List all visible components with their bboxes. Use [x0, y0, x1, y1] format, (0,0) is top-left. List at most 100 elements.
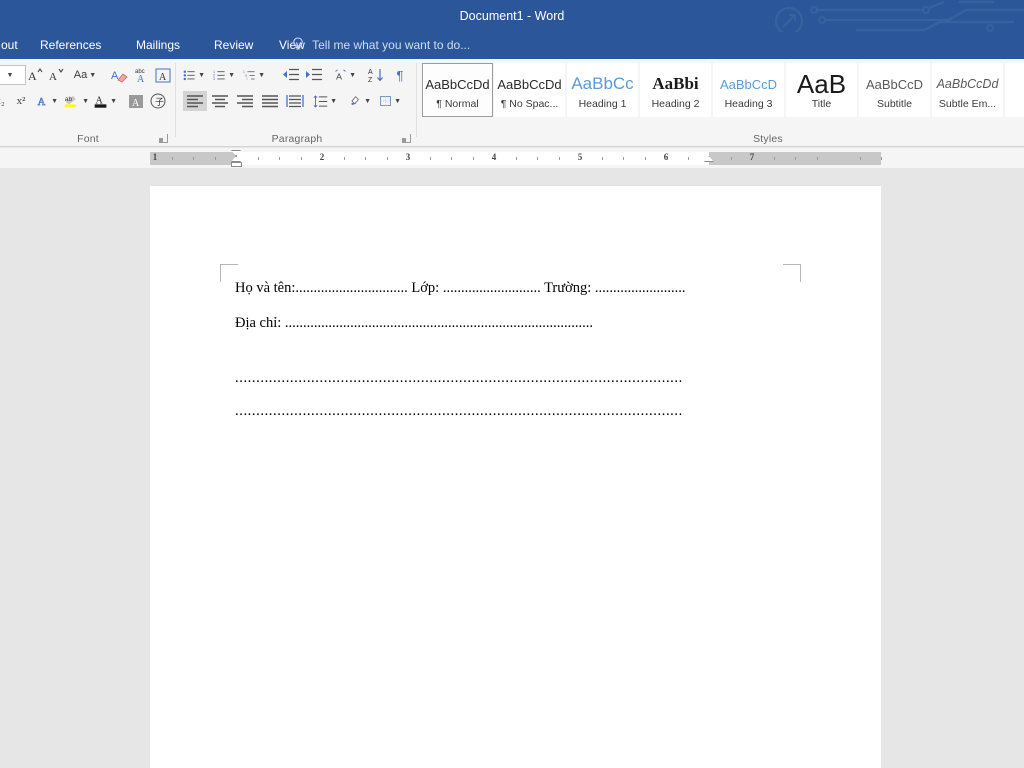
- style-normal[interactable]: AaBbCcDd¶ Normal: [422, 63, 493, 117]
- borders-button[interactable]: ▼: [379, 91, 401, 111]
- svg-text:A: A: [132, 98, 140, 109]
- style-label: ¶ No Spac...: [495, 98, 564, 110]
- style-label: E: [1006, 98, 1024, 110]
- ruler-tick: [193, 157, 194, 160]
- align-right-button[interactable]: [233, 91, 257, 111]
- chevron-down-icon: ▼: [349, 72, 356, 79]
- grow-font-button[interactable]: A: [24, 65, 46, 85]
- style-label: Subtitle: [860, 98, 929, 110]
- character-border-button[interactable]: A: [152, 65, 174, 85]
- font-dialog-launcher[interactable]: [159, 134, 168, 143]
- ruler-tick: [623, 157, 624, 160]
- tab-mailings[interactable]: Mailings: [129, 32, 187, 59]
- ruler-tick: [602, 157, 603, 160]
- svg-text:i: i: [247, 77, 248, 81]
- document-text-area[interactable]: Họ và tên:..............................…: [235, 280, 795, 436]
- ruler-tick: [387, 157, 388, 160]
- align-center-button[interactable]: [208, 91, 232, 111]
- paragraph-dialog-launcher[interactable]: [402, 134, 411, 143]
- align-left-button[interactable]: [183, 91, 207, 111]
- bullets-button[interactable]: ▼: [183, 65, 205, 85]
- superscript-button[interactable]: x²: [10, 91, 32, 111]
- ruler-tick: [881, 157, 882, 160]
- group-separator: [416, 63, 417, 137]
- chevron-down-icon: ▼: [7, 72, 14, 79]
- svg-text:A: A: [49, 71, 57, 82]
- document-canvas: Họ và tên:..............................…: [0, 168, 1024, 768]
- shading-button[interactable]: ▼: [349, 91, 371, 111]
- style-preview: Aa: [1006, 70, 1024, 98]
- document-page[interactable]: Họ và tên:..............................…: [150, 186, 881, 768]
- style-label: Heading 1: [568, 98, 637, 110]
- ribbon-group-styles: Styles AaBbCcDd¶ NormalAaBbCcDd¶ No Spac…: [418, 59, 1024, 147]
- chevron-down-icon: ▼: [228, 72, 235, 79]
- decrease-indent-button[interactable]: [280, 65, 302, 85]
- group-label-paragraph: Paragraph: [177, 133, 417, 145]
- show-formatting-marks-button[interactable]: ¶: [390, 65, 410, 85]
- chevron-down-icon: ▼: [394, 98, 401, 105]
- style-label: Heading 3: [714, 98, 783, 110]
- ruler-tick: [430, 157, 431, 160]
- horizontal-ruler[interactable]: 12345671: [0, 148, 1024, 168]
- asian-layout-button[interactable]: A ▼: [334, 65, 356, 85]
- ruler-tick: [344, 157, 345, 160]
- ruler-tick: [688, 157, 689, 160]
- style-subtitle[interactable]: AaBbCcDSubtitle: [859, 63, 930, 117]
- ruler-tick: [365, 157, 366, 160]
- ruler-tick: [645, 157, 646, 160]
- subscript-button[interactable]: x₂: [0, 91, 10, 111]
- ruler-tick: [301, 157, 302, 160]
- style-emphasis[interactable]: AaE: [1005, 63, 1024, 117]
- svg-text:A: A: [38, 97, 46, 108]
- sort-button[interactable]: A Z: [365, 65, 387, 85]
- ribbon-group-font: Font ▼ A A Aa▼ A a: [0, 59, 176, 147]
- svg-text:A: A: [336, 71, 342, 81]
- left-indent-marker[interactable]: [231, 162, 242, 167]
- line-spacing-button[interactable]: ▼: [313, 91, 337, 111]
- increase-indent-button[interactable]: [303, 65, 325, 85]
- group-separator: [175, 63, 176, 137]
- svg-text:Z: Z: [368, 77, 373, 83]
- ruler-tick: [860, 157, 861, 160]
- tab-layout[interactable]: out: [0, 32, 25, 59]
- numbering-button[interactable]: 123 ▼: [213, 65, 235, 85]
- style-heading-1[interactable]: AaBbCcHeading 1: [567, 63, 638, 117]
- style-title[interactable]: AaBTitle: [786, 63, 857, 117]
- ruler-tick: [473, 157, 474, 160]
- style-heading-2[interactable]: AaBbiHeading 2: [640, 63, 711, 117]
- chevron-down-icon: ▼: [51, 98, 58, 105]
- document-blank-line-1: ........................................…: [235, 370, 795, 387]
- document-blank-line-2: ........................................…: [235, 403, 795, 420]
- change-case-button[interactable]: Aa▼: [70, 65, 100, 85]
- ruler-tick: [279, 157, 280, 160]
- text-effects-button[interactable]: A ▼: [36, 91, 58, 111]
- ribbon-content: Font ▼ A A Aa▼ A a: [0, 59, 1024, 147]
- style-subtle-emphasis[interactable]: AaBbCcDdSubtle Em...: [932, 63, 1003, 117]
- clear-formatting-button[interactable]: A: [108, 65, 132, 85]
- ruler-tick: [215, 157, 216, 160]
- svg-text:3: 3: [213, 77, 215, 81]
- ribbon-group-paragraph: Paragraph ▼ 123 ▼ 1ai: [177, 59, 417, 147]
- distributed-button[interactable]: [283, 91, 307, 111]
- chevron-down-icon: ▼: [89, 72, 96, 79]
- justify-button[interactable]: [258, 91, 282, 111]
- phonetic-guide-button[interactable]: abc A: [131, 65, 153, 85]
- character-shading-button[interactable]: A: [125, 91, 147, 111]
- chevron-down-icon: ▼: [82, 98, 89, 105]
- style-heading-3[interactable]: AaBbCcDHeading 3: [713, 63, 784, 117]
- shrink-font-button[interactable]: A: [45, 65, 67, 85]
- enclose-characters-button[interactable]: 子: [147, 91, 169, 111]
- ruler-number: 2: [320, 152, 325, 162]
- tab-references[interactable]: References: [33, 32, 108, 59]
- group-label-styles: Styles: [728, 133, 808, 145]
- tell-me-search[interactable]: Tell me what you want to do...: [292, 32, 470, 59]
- ruler-number: 4: [492, 152, 497, 162]
- font-size-box[interactable]: ▼: [0, 65, 26, 85]
- tab-review[interactable]: Review: [207, 32, 260, 59]
- multilevel-list-button[interactable]: 1ai ▼: [243, 65, 265, 85]
- style-no-spacing[interactable]: AaBbCcDd¶ No Spac...: [494, 63, 565, 117]
- font-color-button[interactable]: A ▼: [93, 91, 117, 111]
- style-preview: AaBbCcDd: [423, 70, 492, 98]
- ruler-tick: [795, 157, 796, 160]
- text-highlight-color-button[interactable]: ab ▼: [63, 91, 89, 111]
